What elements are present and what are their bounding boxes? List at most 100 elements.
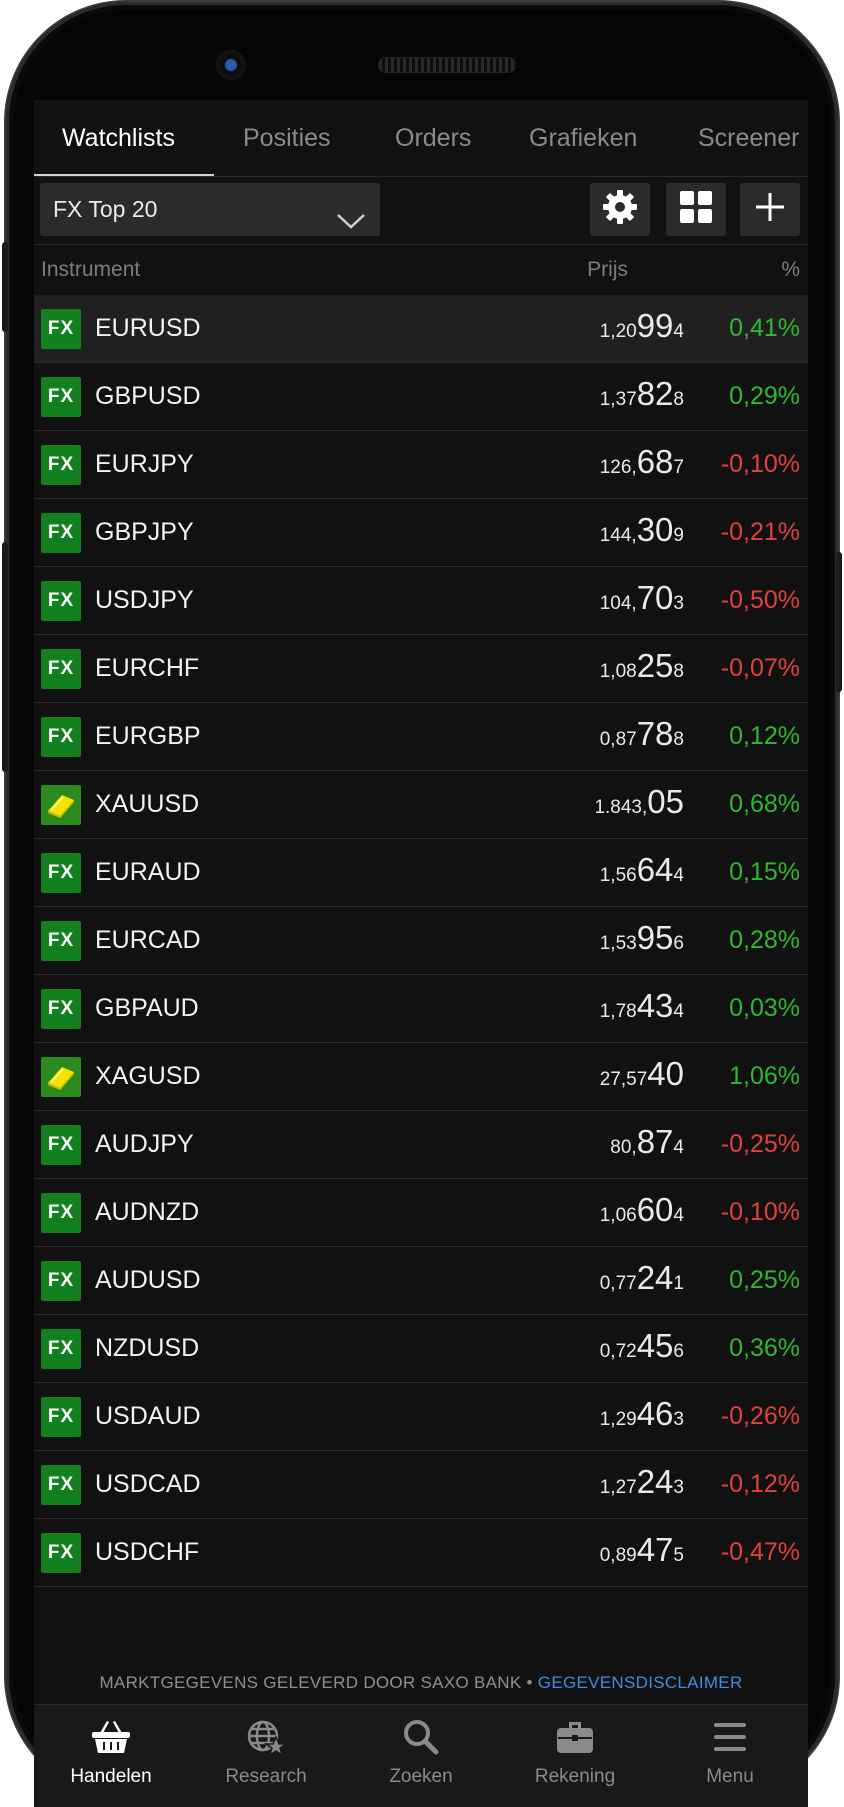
- instrument-symbol: AUDJPY: [95, 1130, 194, 1158]
- tab-posities[interactable]: Posities: [243, 124, 331, 153]
- table-row[interactable]: FX EURAUD 1,56644 0,15%: [34, 839, 808, 907]
- table-row[interactable]: FX USDCAD 1,27243 -0,12%: [34, 1451, 808, 1519]
- table-row[interactable]: FX GBPUSD 1,37828 0,29%: [34, 363, 808, 431]
- price-fraction: 3: [673, 1409, 684, 1430]
- instrument-symbol: AUDUSD: [95, 1266, 201, 1294]
- nav-research[interactable]: Research: [189, 1719, 343, 1788]
- settings-button[interactable]: [590, 183, 650, 236]
- instrument-price: 104,703: [600, 579, 684, 617]
- price-pips: 99: [636, 307, 674, 344]
- phone-side-button: [836, 552, 842, 692]
- column-header-price[interactable]: Prijs: [587, 258, 628, 282]
- front-camera: [216, 50, 246, 80]
- table-row[interactable]: XAGUSD 27,5740 1,06%: [34, 1043, 808, 1111]
- instrument-symbol: XAGUSD: [95, 1062, 201, 1090]
- nav-rekening[interactable]: Rekening: [498, 1719, 652, 1788]
- instrument-symbol: EURCHF: [95, 654, 200, 682]
- price-pips: 46: [636, 1395, 674, 1432]
- table-row[interactable]: FX USDJPY 104,703 -0,50%: [34, 567, 808, 635]
- price-pips: 78: [636, 715, 674, 752]
- table-row[interactable]: FX USDAUD 1,29463 -0,26%: [34, 1383, 808, 1451]
- column-header-instrument[interactable]: Instrument: [41, 258, 140, 282]
- layout-button[interactable]: [666, 183, 726, 236]
- table-row[interactable]: FX EURCHF 1,08258 -0,07%: [34, 635, 808, 703]
- change-percent: -0,21%: [720, 518, 800, 546]
- price-fraction: 8: [673, 389, 684, 410]
- price-fraction: 9: [673, 525, 684, 546]
- column-header-change[interactable]: %: [781, 258, 800, 282]
- price-fraction: 6: [673, 1341, 684, 1362]
- add-instrument-button[interactable]: [740, 183, 800, 236]
- change-percent: -0,07%: [720, 654, 800, 682]
- nav-label: Rekening: [534, 1766, 616, 1787]
- change-percent: 1,06%: [729, 1062, 800, 1090]
- earpiece-speaker: [378, 57, 516, 73]
- instrument-price: 0,72456: [600, 1327, 684, 1365]
- table-row[interactable]: FX GBPJPY 144,309 -0,21%: [34, 499, 808, 567]
- change-percent: -0,26%: [720, 1402, 800, 1430]
- price-prefix: 0,72: [599, 1341, 637, 1362]
- price-pips: 64: [636, 851, 674, 888]
- instrument-price: 144,309: [600, 511, 684, 549]
- price-prefix: 1,37: [599, 389, 637, 410]
- fx-badge-icon: FX: [41, 1533, 81, 1573]
- instrument-price: 1,29463: [600, 1395, 684, 1433]
- table-row[interactable]: FX AUDUSD 0,77241 0,25%: [34, 1247, 808, 1315]
- nav-handelen[interactable]: Handelen: [34, 1719, 188, 1788]
- instrument-price: 1,56644: [600, 851, 684, 889]
- globe-star-icon: [246, 1720, 289, 1759]
- instrument-symbol: GBPAUD: [95, 994, 199, 1022]
- instrument-price: 1,78434: [600, 987, 684, 1025]
- fx-badge-icon: FX: [41, 513, 81, 553]
- price-prefix: 27,57: [599, 1069, 648, 1090]
- nav-zoeken[interactable]: Zoeken: [344, 1719, 498, 1788]
- hamburger-icon: [712, 1723, 748, 1759]
- price-fraction: 4: [673, 321, 684, 342]
- table-row[interactable]: FX GBPAUD 1,78434 0,03%: [34, 975, 808, 1043]
- instrument-price: 0,89475: [600, 1531, 684, 1569]
- tab-watchlists[interactable]: Watchlists: [62, 124, 175, 153]
- price-prefix: 0,77: [599, 1273, 637, 1294]
- fx-badge-icon: FX: [41, 581, 81, 621]
- basket-icon: [91, 1721, 131, 1759]
- table-row[interactable]: FX NZDUSD 0,72456 0,36%: [34, 1315, 808, 1383]
- instrument-price: 1,53956: [600, 919, 684, 957]
- nav-menu[interactable]: Menu: [653, 1719, 807, 1788]
- instrument-price: 1,37828: [600, 375, 684, 413]
- disclaimer-text: MARKTGEGEVENS GELEVERD DOOR SAXO BANK •: [99, 1673, 538, 1692]
- price-pips: 68: [636, 443, 674, 480]
- disclaimer-link[interactable]: GEGEVENSDISCLAIMER: [538, 1673, 743, 1692]
- instrument-symbol: USDJPY: [95, 586, 194, 614]
- tab-orders[interactable]: Orders: [395, 124, 471, 153]
- watchlist-table: FX EURUSD 1,20994 0,41% FX GBPUSD 1,37828 0,29%…: [34, 295, 808, 1662]
- table-row[interactable]: FX EURJPY 126,687 -0,10%: [34, 431, 808, 499]
- app-screen: Watchlists Posities Orders Grafieken Scr…: [34, 100, 808, 1704]
- change-percent: 0,12%: [729, 722, 800, 750]
- price-prefix: 144,: [599, 525, 637, 546]
- change-percent: -0,47%: [720, 1538, 800, 1566]
- instrument-symbol: EURCAD: [95, 926, 201, 954]
- table-row[interactable]: FX EURUSD 1,20994 0,41%: [34, 295, 808, 363]
- table-row[interactable]: FX AUDJPY 80,874 -0,25%: [34, 1111, 808, 1179]
- tab-screener[interactable]: Screener: [698, 124, 799, 153]
- price-prefix: 1.843,: [594, 797, 648, 818]
- table-row[interactable]: FX EURGBP 0,87788 0,12%: [34, 703, 808, 771]
- change-percent: -0,12%: [720, 1470, 800, 1498]
- change-percent: 0,68%: [729, 790, 800, 818]
- plus-icon: [754, 191, 786, 228]
- instrument-symbol: USDAUD: [95, 1402, 201, 1430]
- tab-grafieken[interactable]: Grafieken: [529, 124, 637, 153]
- price-fraction: 6: [673, 933, 684, 954]
- table-row[interactable]: XAUUSD 1.843,05 0,68%: [34, 771, 808, 839]
- table-row[interactable]: FX AUDNZD 1,06604 -0,10%: [34, 1179, 808, 1247]
- instrument-symbol: USDCHF: [95, 1538, 200, 1566]
- watchlist-select[interactable]: FX Top 20: [40, 183, 380, 236]
- table-row[interactable]: FX USDCHF 0,89475 -0,47%: [34, 1519, 808, 1587]
- price-fraction: 3: [673, 593, 684, 614]
- tab-bar: Watchlists Posities Orders Grafieken Scr…: [34, 100, 808, 177]
- table-row[interactable]: FX EURCAD 1,53956 0,28%: [34, 907, 808, 975]
- price-pips: 45: [636, 1327, 674, 1364]
- change-percent: 0,41%: [729, 314, 800, 342]
- price-prefix: 104,: [599, 593, 637, 614]
- price-pips: 24: [636, 1259, 674, 1296]
